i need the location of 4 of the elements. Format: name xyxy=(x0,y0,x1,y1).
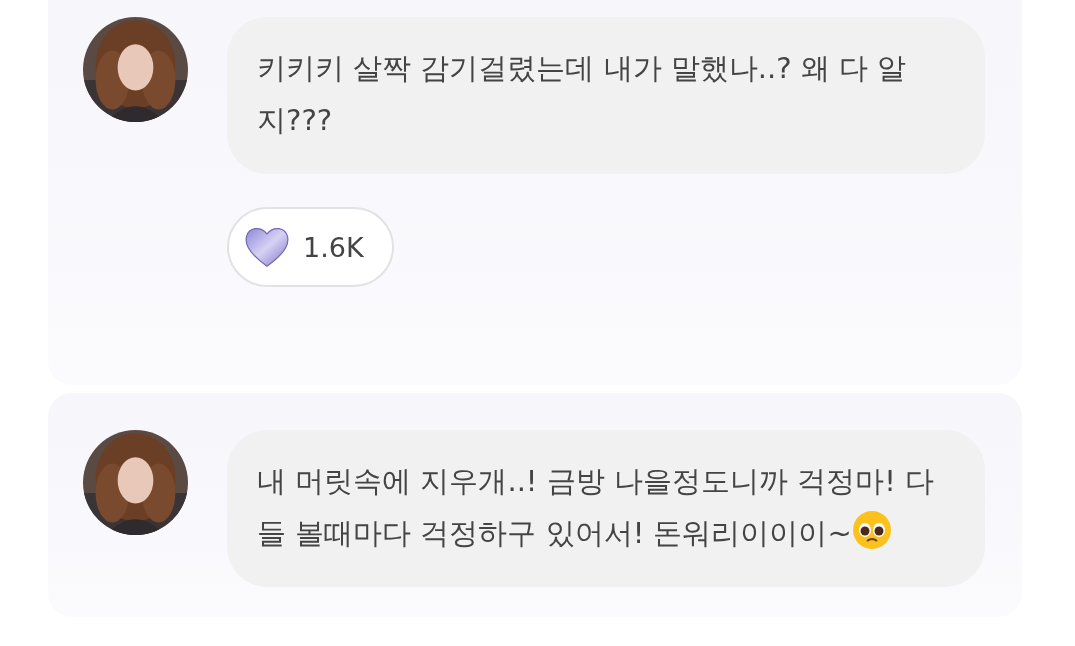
like-count-button[interactable]: 1.6K xyxy=(227,207,394,287)
message-bubble: 내 머릿속에 지우개..! 금방 나을정도니까 걱정마! 다들 볼때마다 걱정하구 있어서! 돈워리이이이~ xyxy=(227,430,985,587)
message-bubble: 키키키 살짝 감기걸렸는데 내가 말했나..? 왜 다 알지??? xyxy=(227,17,985,174)
heart-icon xyxy=(243,225,291,269)
